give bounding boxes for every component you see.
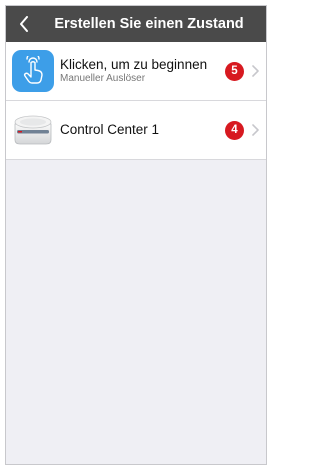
control-center-device-icon [12, 109, 54, 151]
list-item-subtitle: Manueller Auslöser [60, 73, 146, 84]
list-item-text: Control Center 1 [60, 101, 220, 159]
chevron-left-icon [20, 16, 28, 32]
list-item-title: Klicken, um zu beginnen [60, 57, 208, 72]
app-screen: Erstellen Sie einen Zustand Klicken, um … [0, 0, 270, 465]
phone-frame: Erstellen Sie einen Zustand Klicken, um … [5, 5, 267, 465]
tap-hand-icon [12, 50, 54, 92]
chevron-right-icon [252, 65, 259, 77]
navigation-bar: Erstellen Sie einen Zustand [6, 6, 266, 42]
list-item-text: Klicken, um zu beginnen Manueller Auslös… [60, 42, 220, 100]
list-item-title: Control Center 1 [60, 122, 160, 137]
list-item-control-center[interactable]: Control Center 1 4 [6, 101, 266, 160]
list-item-manual-trigger[interactable]: Klicken, um zu beginnen Manueller Auslös… [6, 42, 266, 101]
page-title: Erstellen Sie einen Zustand [54, 16, 244, 32]
count-badge: 5 [225, 62, 244, 81]
back-button[interactable] [10, 6, 38, 42]
trigger-list: Klicken, um zu beginnen Manueller Auslös… [6, 42, 266, 160]
chevron-right-icon [252, 124, 259, 136]
count-badge: 4 [225, 121, 244, 140]
